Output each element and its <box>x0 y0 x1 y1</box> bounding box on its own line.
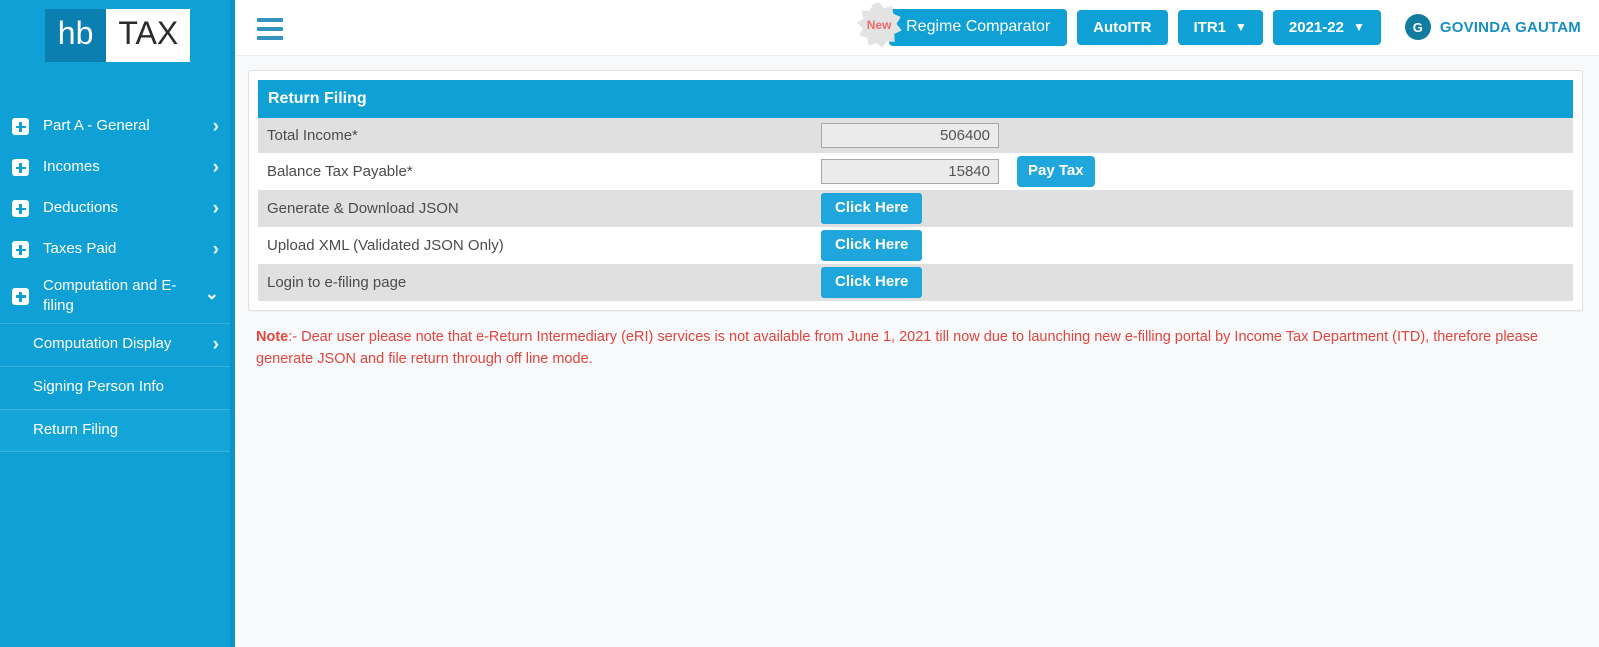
login-efiling-button[interactable]: Click Here <box>821 267 923 298</box>
row-field: Click Here <box>821 230 923 261</box>
table-row: Total Income* <box>258 118 1573 153</box>
hamburger-bar <box>257 17 283 22</box>
table-row: Upload XML (Validated JSON Only) Click H… <box>258 227 1573 264</box>
page-title: Return Filing <box>258 80 1573 118</box>
sidebar-item-label: Incomes <box>43 158 100 176</box>
avatar: G <box>1404 14 1431 41</box>
chevron-right-icon <box>213 199 219 218</box>
plus-box-icon <box>12 200 29 217</box>
auto-itr-button[interactable]: AutoITR <box>1077 9 1168 46</box>
sidebar-item-return-filing[interactable]: Return Filing <box>0 408 235 452</box>
sidebar-item-incomes[interactable]: Incomes <box>0 147 235 188</box>
topbar: New Regime Comparator AutoITR ITR1 ▼ 202… <box>235 0 1599 56</box>
chevron-right-icon <box>213 117 219 136</box>
balance-tax-payable-input[interactable] <box>821 159 999 184</box>
return-filing-table: Total Income* Balance Tax Payable* Pay T… <box>258 118 1573 301</box>
logo-tax-text: TAX <box>106 8 191 62</box>
itr-form-value: ITR1 <box>1193 18 1227 36</box>
sidebar-item-label: Computation Display <box>33 335 172 353</box>
sidebar-item-part-a-general[interactable]: Part A - General <box>0 106 235 147</box>
regime-comparator-wrapper: New Regime Comparator <box>857 2 1068 48</box>
sidebar-item-label: Taxes Paid <box>43 240 117 258</box>
hamburger-bar <box>257 26 283 31</box>
topbar-actions: New Regime Comparator AutoITR ITR1 ▼ 202… <box>857 2 1581 48</box>
row-label-upload-xml: Upload XML (Validated JSON Only) <box>267 237 504 254</box>
sidebar-item-label: Deductions <box>43 199 119 217</box>
assessment-year-value: 2021-22 <box>1288 18 1344 36</box>
chevron-right-icon <box>213 335 219 354</box>
row-field <box>821 123 999 148</box>
upload-xml-button[interactable]: Click Here <box>821 230 923 261</box>
logo-hb-text: hb <box>44 8 107 62</box>
row-label-balance-tax-payable: Balance Tax Payable* <box>267 163 413 180</box>
pay-tax-button[interactable]: Pay Tax <box>1017 156 1095 187</box>
plus-box-icon <box>12 118 29 135</box>
table-row: Balance Tax Payable* Pay Tax <box>258 153 1573 190</box>
table-row: Generate & Download JSON Click Here <box>258 190 1573 227</box>
user-name-label: GOVINDA GAUTAM <box>1439 18 1581 36</box>
return-filing-card: Return Filing Total Income* Balance Tax … <box>248 70 1583 311</box>
sidebar-nav: Part A - General Incomes Deductions Taxe… <box>0 106 235 452</box>
regime-comparator-button[interactable]: Regime Comparator <box>889 9 1068 46</box>
sidebar-item-label: Part A - General <box>43 117 150 135</box>
sidebar: hb TAX Part A - General Incomes Deductio… <box>0 0 235 647</box>
chevron-right-icon <box>213 158 219 177</box>
plus-box-icon <box>12 159 29 176</box>
chevron-down-icon <box>205 288 219 305</box>
row-label-total-income: Total Income* <box>267 127 358 144</box>
brand-logo[interactable]: hb TAX <box>0 0 235 68</box>
user-menu[interactable]: G GOVINDA GAUTAM <box>1404 14 1581 41</box>
plus-box-icon <box>12 287 29 305</box>
itr-form-dropdown[interactable]: ITR1 ▼ <box>1177 9 1263 46</box>
row-label-generate-download-json: Generate & Download JSON <box>267 200 459 217</box>
sidebar-item-taxes-paid[interactable]: Taxes Paid <box>0 229 235 270</box>
note-text: Note:- Dear user please note that e-Retu… <box>256 326 1556 371</box>
main-area: New Regime Comparator AutoITR ITR1 ▼ 202… <box>235 0 1599 647</box>
hamburger-icon[interactable] <box>257 17 283 40</box>
row-field: Click Here <box>821 193 923 224</box>
sidebar-item-label: Return Filing <box>33 420 119 438</box>
row-field: Click Here <box>821 267 923 298</box>
chevron-down-icon: ▼ <box>1235 20 1247 35</box>
content-area: Return Filing Total Income* Balance Tax … <box>235 56 1599 647</box>
total-income-input[interactable] <box>821 123 999 148</box>
generate-download-json-button[interactable]: Click Here <box>821 193 923 224</box>
sidebar-item-deductions[interactable]: Deductions <box>0 188 235 229</box>
table-row: Login to e-filing page Click Here <box>258 264 1573 301</box>
hamburger-bar <box>257 35 283 40</box>
chevron-right-icon <box>213 240 219 259</box>
note-body: :- Dear user please note that e-Return I… <box>256 329 1538 368</box>
sidebar-item-label: Computation and E-filing <box>43 277 177 315</box>
row-field: Pay Tax <box>821 156 1095 187</box>
app-root: hb TAX Part A - General Incomes Deductio… <box>0 0 1599 647</box>
assessment-year-dropdown[interactable]: 2021-22 ▼ <box>1272 9 1381 46</box>
sidebar-item-computation-display[interactable]: Computation Display <box>0 322 235 366</box>
sidebar-item-computation-and-e-filing[interactable]: Computation and E-filing <box>0 270 235 323</box>
note-prefix: Note <box>256 329 289 345</box>
plus-box-icon <box>12 241 29 258</box>
sidebar-item-label: Signing Person Info <box>33 378 164 396</box>
sidebar-item-signing-person-info[interactable]: Signing Person Info <box>0 365 235 409</box>
chevron-down-icon: ▼ <box>1352 20 1365 35</box>
row-label-login-efiling: Login to e-filing page <box>267 274 407 291</box>
